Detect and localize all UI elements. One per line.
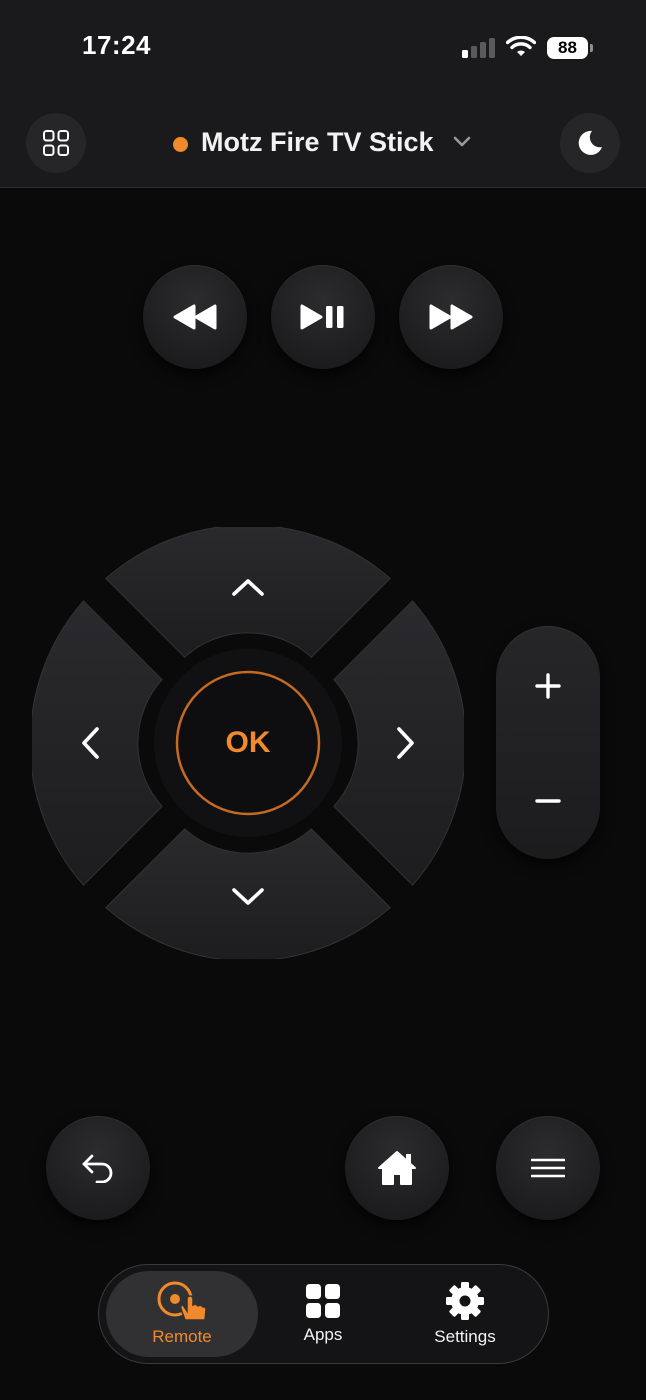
battery-indicator: 88 xyxy=(547,37,588,59)
fast-forward-icon xyxy=(429,304,473,330)
top-header xyxy=(0,0,646,188)
battery-tip xyxy=(590,44,593,52)
bottom-tab-bar: Remote Apps Settings xyxy=(98,1264,549,1364)
tab-settings[interactable]: Settings xyxy=(389,1271,541,1357)
apps-grid-icon xyxy=(306,1284,340,1318)
device-status-dot xyxy=(173,137,188,152)
dpad-up[interactable] xyxy=(105,527,391,658)
ok-label[interactable]: OK xyxy=(176,671,320,815)
rewind-icon xyxy=(173,304,217,330)
grid-icon xyxy=(43,130,69,156)
grid-menu-button[interactable] xyxy=(26,113,86,173)
status-time: 17:24 xyxy=(82,30,151,60)
wifi-icon xyxy=(506,36,536,56)
dpad-right[interactable] xyxy=(333,600,464,886)
plus-icon xyxy=(535,673,561,699)
tab-settings-label: Settings xyxy=(434,1327,496,1346)
volume-up-button[interactable] xyxy=(496,636,600,736)
rewind-button[interactable] xyxy=(143,265,247,369)
dark-mode-button[interactable] xyxy=(560,113,620,173)
chevron-down-icon[interactable] xyxy=(452,134,472,150)
tab-remote[interactable]: Remote xyxy=(106,1271,258,1357)
play-pause-icon xyxy=(300,304,344,330)
back-button[interactable] xyxy=(46,1116,150,1220)
gear-icon xyxy=(446,1282,484,1320)
play-pause-button[interactable] xyxy=(271,265,375,369)
device-selector[interactable]: Motz Fire TV Stick xyxy=(201,127,434,158)
back-arrow-icon xyxy=(82,1154,113,1183)
volume-rocker xyxy=(496,626,600,859)
moon-icon xyxy=(578,130,602,155)
home-icon xyxy=(378,1151,416,1185)
fast-forward-button[interactable] xyxy=(399,265,503,369)
tab-apps[interactable]: Apps xyxy=(247,1271,399,1357)
tab-apps-label: Apps xyxy=(303,1325,343,1344)
tab-remote-label: Remote xyxy=(152,1327,212,1346)
dpad-down[interactable] xyxy=(105,828,391,959)
cellular-signal-icon xyxy=(462,38,495,58)
dpad-left[interactable] xyxy=(32,600,163,886)
menu-button[interactable] xyxy=(496,1116,600,1220)
menu-icon xyxy=(531,1158,565,1178)
remote-touch-icon xyxy=(157,1281,207,1321)
volume-down-button[interactable] xyxy=(496,751,600,851)
minus-icon xyxy=(535,799,561,803)
home-button[interactable] xyxy=(345,1116,449,1220)
